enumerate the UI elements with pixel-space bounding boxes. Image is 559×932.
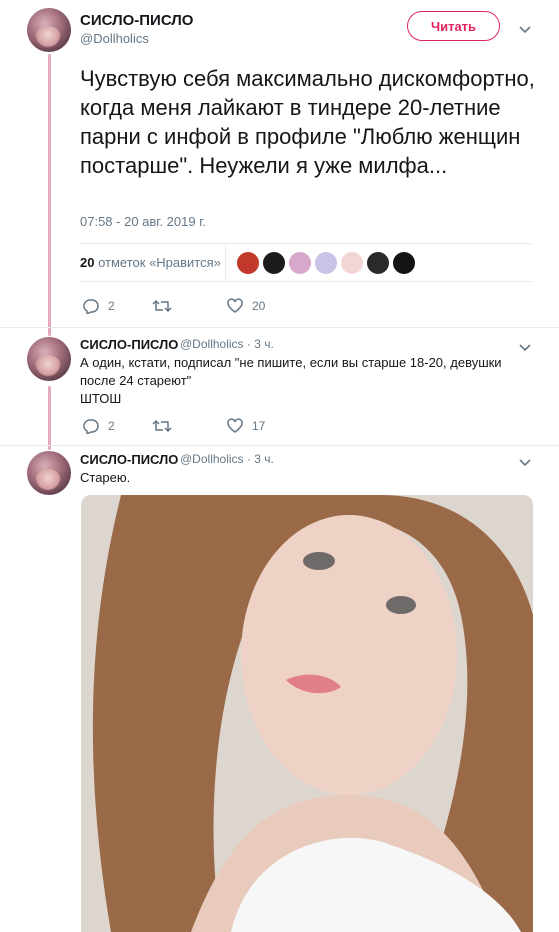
heart-icon: [227, 418, 243, 433]
reply-button[interactable]: 2: [82, 418, 115, 434]
author-name[interactable]: СИСЛО-ПИСЛО: [80, 452, 178, 467]
chevron-down-icon[interactable]: [517, 21, 533, 37]
thread-line: [48, 54, 51, 336]
thread-line: [48, 386, 51, 450]
like-button[interactable]: 17: [226, 418, 265, 434]
liker-avatar[interactable]: [366, 251, 390, 275]
reply-count: 2: [108, 299, 115, 313]
like-button[interactable]: 20: [226, 298, 265, 314]
liker-avatar[interactable]: [262, 251, 286, 275]
reply-button[interactable]: 2: [82, 298, 115, 314]
author-handle[interactable]: @Dollholics: [80, 31, 149, 46]
tweet-photo[interactable]: [81, 495, 533, 932]
divider: [0, 327, 559, 328]
heart-icon: [227, 298, 243, 313]
liker-avatar[interactable]: [392, 251, 416, 275]
author-handle-time[interactable]: @Dollholics · 3 ч.: [180, 337, 274, 351]
author-name[interactable]: СИСЛО-ПИСЛО: [80, 12, 193, 29]
author-handle-time[interactable]: @Dollholics · 3 ч.: [180, 452, 274, 466]
avatar[interactable]: [27, 451, 71, 495]
avatar[interactable]: [27, 337, 71, 381]
retweet-icon: [152, 299, 172, 313]
divider: [80, 281, 532, 282]
likes-label: отметок «Нравится»: [98, 255, 221, 270]
chevron-down-icon[interactable]: [517, 454, 533, 470]
follow-button[interactable]: Читать: [407, 11, 500, 41]
tweet-timestamp[interactable]: 07:58 - 20 авг. 2019 г.: [80, 214, 206, 229]
reply-count: 2: [108, 419, 115, 433]
like-count: 17: [252, 419, 266, 433]
divider: [225, 244, 226, 280]
reply-text: Старею.: [80, 470, 131, 485]
likes-summary[interactable]: 20 отметок «Нравится»: [80, 255, 221, 270]
divider: [0, 445, 559, 446]
likes-count: 20: [80, 255, 95, 270]
liker-avatar[interactable]: [288, 251, 312, 275]
retweet-icon: [152, 419, 172, 433]
author-name[interactable]: СИСЛО-ПИСЛО: [80, 337, 178, 352]
avatar[interactable]: [27, 8, 71, 52]
reply-icon: [83, 419, 99, 434]
tweet-text: Чувствую себя максимально дискомфортно, …: [80, 66, 535, 178]
retweet-button[interactable]: [152, 418, 180, 434]
reply-text: ШТОШ: [80, 391, 122, 406]
reply-icon: [83, 299, 99, 314]
liker-avatar[interactable]: [340, 251, 364, 275]
divider: [80, 243, 532, 244]
liker-avatar[interactable]: [236, 251, 260, 275]
photo-illustration: [81, 495, 533, 932]
like-count: 20: [252, 299, 266, 313]
chevron-down-icon[interactable]: [517, 339, 533, 355]
reply-text: А один, кстати, подписал "не пишите, есл…: [80, 355, 502, 388]
liker-avatar[interactable]: [314, 251, 338, 275]
retweet-button[interactable]: [152, 298, 180, 314]
